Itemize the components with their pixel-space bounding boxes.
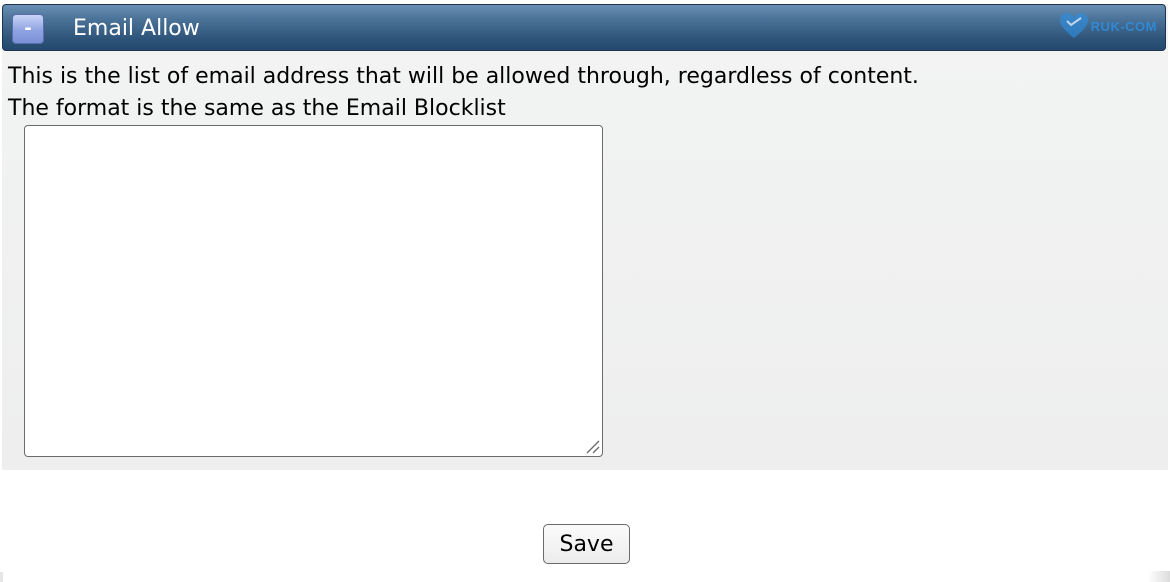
heart-logo-icon — [1059, 13, 1088, 38]
panel-header: - Email Allow RUK-COM — [2, 4, 1166, 51]
divider — [0, 572, 3, 582]
format-note-text: The format is the same as the Email Bloc… — [8, 96, 506, 121]
description-text: This is the list of email address that w… — [8, 64, 919, 89]
brand-watermark: RUK-COM — [1059, 11, 1157, 41]
brand-text: RUK-COM — [1090, 18, 1157, 34]
email-allow-list-textarea[interactable] — [24, 125, 603, 457]
resize-grip-icon[interactable] — [584, 438, 600, 454]
save-button[interactable]: Save — [543, 524, 630, 564]
divider — [1148, 571, 1170, 582]
collapse-button[interactable]: - — [12, 14, 44, 44]
panel-title: Email Allow — [73, 16, 200, 41]
